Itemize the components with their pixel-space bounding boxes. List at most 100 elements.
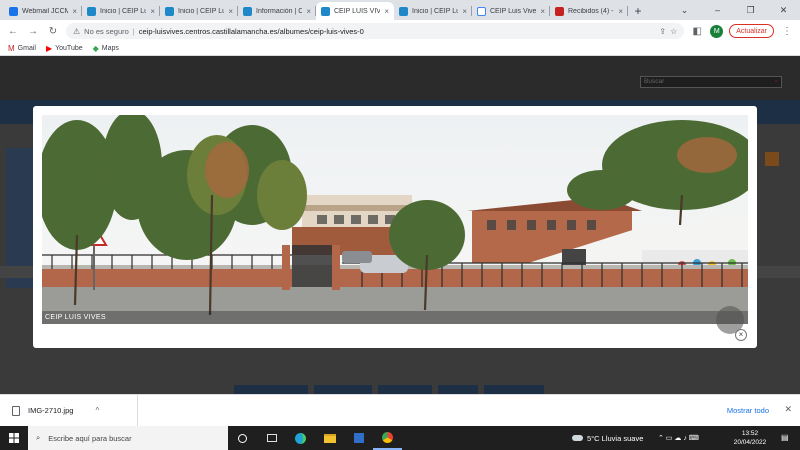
tab-close-icon[interactable]: ×: [540, 7, 545, 16]
tab-title: Webmail JCCM: [22, 7, 69, 15]
tab-close-icon[interactable]: ×: [150, 7, 155, 16]
tab-search-button[interactable]: ⌄: [668, 0, 701, 20]
taskbar-search-placeholder: Escribe aquí para buscar: [48, 433, 132, 443]
edge-browser-icon[interactable]: [286, 426, 315, 450]
store-icon[interactable]: [344, 426, 373, 450]
tab-title: Inicio | CEIP Luis Vives: [178, 7, 225, 15]
clock[interactable]: 13:52 20/04/2022: [730, 429, 770, 447]
browser-tab[interactable]: CEIP Luis Vives - Buscar con Google×: [472, 2, 550, 20]
address-bar[interactable]: ⚠ No es seguro | ceip-luisvives.centros.…: [66, 23, 685, 39]
close-window-button[interactable]: ✕: [767, 0, 800, 20]
footer-button: [314, 385, 372, 394]
profile-avatar[interactable]: M: [710, 24, 724, 38]
tab-close-icon[interactable]: ×: [462, 7, 467, 16]
cloud-icon: [572, 435, 583, 441]
bookmark-label: Gmail: [17, 45, 36, 52]
notification-icon[interactable]: ▤: [781, 433, 789, 442]
browser-tab[interactable]: CEIP LUIS VIVES×: [316, 2, 394, 20]
tab-title: Recibidos (4) - Gmail: [568, 7, 614, 15]
tab-favicon-icon: [555, 6, 564, 16]
close-icon[interactable]: ✕: [784, 404, 792, 415]
clock-time: 13:52: [741, 430, 759, 437]
tab-favicon-icon: [321, 6, 330, 16]
reload-icon[interactable]: ↻: [46, 24, 60, 38]
tab-favicon-icon: [243, 6, 252, 16]
warning-icon[interactable]: ⚠: [73, 27, 80, 36]
tab-title: Inicio | CEIP Luis Vives: [412, 7, 459, 15]
tab-title: Inicio | CEIP Luis Vives: [100, 7, 147, 15]
tab-favicon-icon: [477, 6, 486, 16]
menu-icon[interactable]: ⋮: [780, 24, 794, 38]
download-file-name[interactable]: IMG-2710.jpg: [28, 406, 73, 415]
maximize-button[interactable]: ❐: [734, 0, 767, 20]
maps-icon: ◆: [92, 44, 99, 53]
site-footer-buttons: [234, 385, 544, 394]
forward-icon[interactable]: →: [26, 24, 40, 38]
search-icon: ⌕: [36, 433, 41, 442]
weather-widget[interactable]: 5°C Lluvia suave: [572, 426, 643, 450]
image-lightbox: CEIP LUIS VIVES ×: [33, 106, 757, 348]
download-item[interactable]: IMG-2710.jpg ^: [0, 394, 138, 427]
youtube-icon: ▶: [45, 44, 53, 53]
bookmark-maps[interactable]: ◆ Maps: [93, 44, 119, 53]
file-icon: [12, 405, 20, 416]
tab-favicon-icon: [399, 6, 408, 16]
download-shelf: IMG-2710.jpg ^ Mostrar todo ✕: [0, 394, 800, 427]
rss-icon: [765, 152, 779, 166]
window-controls: ⌄ – ❐ ✕: [668, 0, 800, 20]
tab-close-icon[interactable]: ×: [72, 7, 77, 16]
windows-logo-icon: [9, 433, 19, 443]
url-text[interactable]: ceip-luisvives.centros.castillalamancha.…: [139, 27, 656, 36]
bookmark-gmail[interactable]: M Gmail: [8, 44, 36, 53]
site-search-placeholder: Buscar: [644, 78, 665, 85]
task-view-icon[interactable]: [228, 426, 257, 450]
browser-tab[interactable]: Información | CEIP×: [238, 2, 316, 20]
taskbar-search-input[interactable]: ⌕ Escribe aquí para buscar: [28, 426, 228, 450]
tab-close-icon[interactable]: ×: [228, 7, 233, 16]
tab-close-icon[interactable]: ×: [618, 7, 623, 16]
clock-date: 20/04/2022: [733, 439, 767, 446]
weather-text: 5°C Lluvia suave: [587, 433, 644, 443]
share-icon[interactable]: ⇪: [659, 27, 666, 36]
widgets-icon[interactable]: [257, 426, 286, 450]
back-icon[interactable]: ←: [6, 24, 20, 38]
minimize-button[interactable]: –: [701, 0, 734, 20]
chrome-icon[interactable]: [373, 426, 402, 450]
footer-button: [378, 385, 432, 394]
gmail-icon: M: [8, 44, 15, 53]
tab-close-icon[interactable]: ×: [306, 7, 311, 16]
tab-strip: Webmail JCCM×Inicio | CEIP Luis Vives×In…: [0, 0, 800, 20]
search-icon[interactable]: ⌕: [774, 77, 778, 87]
file-explorer-icon[interactable]: [315, 426, 344, 450]
footer-button: [438, 385, 478, 394]
footer-button: [234, 385, 308, 394]
school-photo-illustration: [42, 115, 748, 324]
site-search-input[interactable]: Buscar ⌕: [640, 76, 782, 88]
update-button[interactable]: Actualizar: [729, 24, 774, 38]
browser-tab[interactable]: Recibidos (4) - Gmail ×: [550, 2, 628, 20]
school-photo[interactable]: [42, 115, 748, 324]
chevron-up-icon[interactable]: ^: [95, 406, 99, 415]
browser-tab[interactable]: Inicio | CEIP Luis Vives×: [160, 2, 238, 20]
photo-caption: CEIP LUIS VIVES: [42, 311, 748, 324]
bookmark-star-icon[interactable]: ☆: [670, 27, 677, 36]
close-lightbox-button[interactable]: ×: [735, 329, 747, 341]
bookmark-label: YouTube: [55, 45, 83, 52]
tab-title: Información | CEIP: [256, 7, 303, 15]
start-button[interactable]: [0, 426, 28, 450]
insecure-label[interactable]: No es seguro: [84, 27, 129, 36]
browser-tab[interactable]: Webmail JCCM ×: [4, 2, 82, 20]
bookmark-youtube[interactable]: ▶ YouTube: [46, 44, 83, 53]
bookmarks-bar: M Gmail ▶ YouTube ◆ Maps: [0, 42, 800, 56]
tab-close-icon[interactable]: ×: [384, 7, 389, 16]
address-separator: |: [132, 26, 135, 36]
tab-title: CEIP Luis Vives - Buscar con Google: [490, 7, 537, 15]
show-all-downloads-link[interactable]: Mostrar todo: [727, 406, 769, 415]
tab-favicon-icon: [87, 6, 96, 16]
side-panel-icon[interactable]: ◧: [690, 24, 704, 38]
browser-tab[interactable]: Inicio | CEIP Luis Vives×: [82, 2, 160, 20]
system-tray-icons[interactable]: ⌃ ▭ ☁ ♪ ⌨: [658, 426, 699, 450]
browser-tab[interactable]: Inicio | CEIP Luis Vives×: [394, 2, 472, 20]
new-tab-button[interactable]: +: [628, 2, 648, 20]
tab-favicon-icon: [9, 6, 18, 16]
